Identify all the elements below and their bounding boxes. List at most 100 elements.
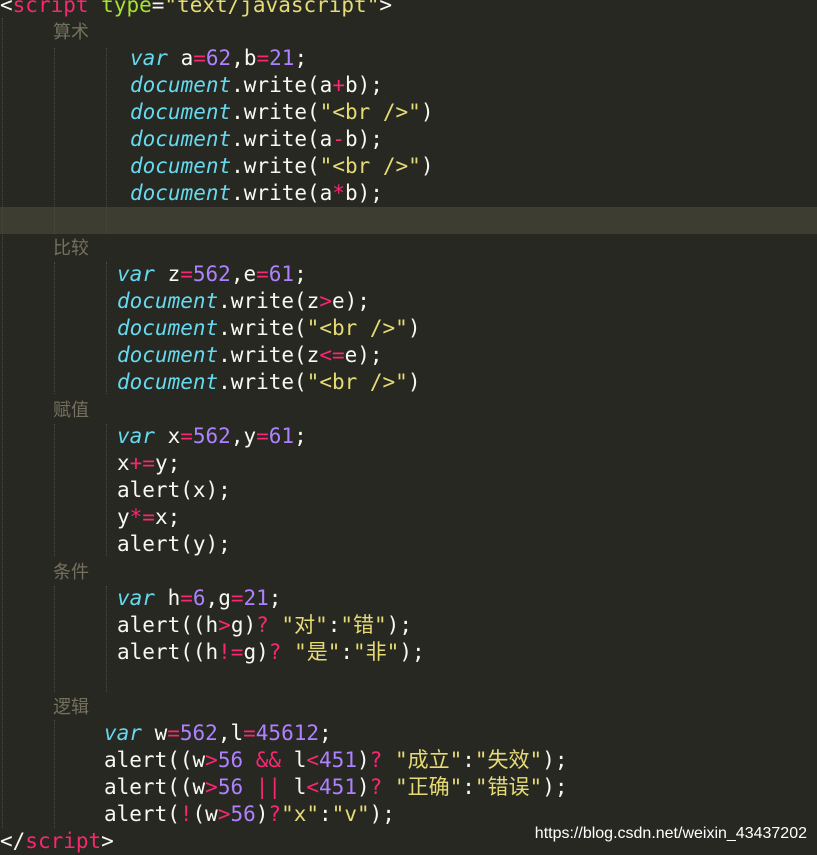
string-literal: "对": [281, 613, 328, 637]
code-text: );: [399, 640, 425, 664]
number-literal: 61: [268, 262, 295, 286]
code-text: alert((w: [104, 775, 206, 799]
tag-attribute: type: [101, 0, 152, 17]
code-text: ): [407, 316, 421, 340]
code-comment: 比较: [53, 234, 817, 261]
operator: <: [306, 775, 320, 799]
comment-text: 算术: [53, 22, 89, 43]
code-text: y: [117, 505, 130, 529]
code-line: x+=y;: [117, 450, 817, 477]
code-text: :: [340, 640, 354, 664]
operator: ?: [268, 802, 282, 826]
number-literal: 6: [192, 586, 206, 610]
indent-guide: [54, 48, 55, 234]
code-text: l: [293, 748, 307, 772]
code-line: alert((w>56 && l<451)? "成立":"失效");: [104, 747, 817, 774]
code-text: e);: [344, 343, 383, 367]
code-text: ,y: [230, 424, 257, 448]
code-text: .write(a: [231, 127, 333, 151]
comment-text: 赋值: [53, 400, 89, 421]
code-text: b);: [344, 73, 383, 97]
tag-equals: =: [151, 0, 165, 17]
tag-attribute-value: "text/javascript": [164, 0, 380, 17]
number-literal: 21: [269, 46, 295, 70]
comment-text: 比较: [53, 238, 89, 259]
number-literal: 562: [192, 262, 231, 286]
code-text: ): [356, 748, 370, 772]
code-line: document.write(a*b);: [130, 180, 817, 207]
keyword: document: [117, 316, 219, 340]
operator: !=: [218, 640, 244, 664]
code-line: document.write(z<=e);: [117, 342, 817, 369]
code-comment: 逻辑: [53, 693, 817, 720]
keyword: document: [130, 127, 232, 151]
code-text: l: [293, 775, 307, 799]
keyword: document: [117, 343, 219, 367]
tag-bracket: </: [0, 829, 26, 853]
keyword: document: [117, 370, 219, 394]
code-text: :: [462, 775, 475, 799]
string-literal: "<br />": [319, 100, 421, 124]
code-line: document.write(z>e);: [117, 288, 817, 315]
operator: ?: [256, 613, 269, 637]
keyword: document: [130, 73, 232, 97]
number-literal: 451: [319, 748, 357, 772]
code-text: a: [167, 46, 194, 70]
code-text: ;: [294, 262, 307, 286]
operator: ||: [255, 775, 282, 799]
code-text: ;: [268, 586, 282, 610]
code-line: var x=562,y=61;: [117, 423, 817, 450]
string-literal: "<br />": [306, 370, 408, 394]
operator: >: [319, 289, 332, 313]
code-text: alert((w: [104, 748, 206, 772]
number-literal: 56: [230, 802, 256, 826]
operator: =: [180, 262, 193, 286]
code-text: b);: [344, 127, 383, 151]
operator: -: [332, 127, 345, 151]
code-line: document.write(a+b);: [130, 72, 817, 99]
keyword: document: [130, 154, 232, 178]
operator: =: [256, 46, 270, 70]
code-text: alert(x);: [117, 478, 231, 502]
indent-guide: [54, 586, 55, 692]
code-text: .write(: [231, 100, 320, 124]
code-comment: 算术: [53, 18, 817, 45]
operator: *=: [129, 505, 155, 529]
tag-name: script: [25, 829, 102, 853]
code-line: document.write("<br />"): [130, 153, 817, 180]
operator: =: [256, 424, 269, 448]
number-literal: 62: [205, 46, 232, 70]
keyword: var: [130, 46, 168, 70]
indent-guide: [54, 720, 55, 828]
code-text: e);: [331, 289, 370, 313]
string-literal: "<br />": [319, 154, 421, 178]
tag-bracket: <: [0, 0, 13, 17]
tag-name: script: [12, 0, 89, 17]
code-line: alert(x);: [117, 477, 817, 504]
operator: =: [180, 424, 193, 448]
operator: >: [205, 748, 218, 772]
indent-guide: [106, 262, 107, 394]
operator: +=: [129, 451, 155, 475]
operator: =: [243, 721, 256, 745]
keyword: document: [130, 181, 232, 205]
code-text: alert(y);: [117, 532, 231, 556]
code-line: document.write("<br />"): [130, 99, 817, 126]
operator: >: [205, 775, 218, 799]
watermark: https://blog.csdn.net/weixin_43437202: [534, 825, 807, 842]
code-line: var z=562,e=61;: [117, 261, 817, 288]
code-text: .write(a: [231, 73, 333, 97]
comment-text: 条件: [53, 562, 89, 583]
code-text: ): [420, 100, 434, 124]
operator: *: [332, 181, 345, 205]
code-text: alert((h: [117, 640, 219, 664]
code-text: .write(z: [218, 343, 320, 367]
string-literal: "错": [340, 613, 387, 637]
string-literal: "失效": [474, 748, 543, 772]
code-text: (w: [192, 802, 218, 826]
keyword: var: [117, 424, 155, 448]
code-line-script-open: <script type="text/javascript">: [0, 0, 817, 19]
operator: =: [230, 586, 244, 610]
